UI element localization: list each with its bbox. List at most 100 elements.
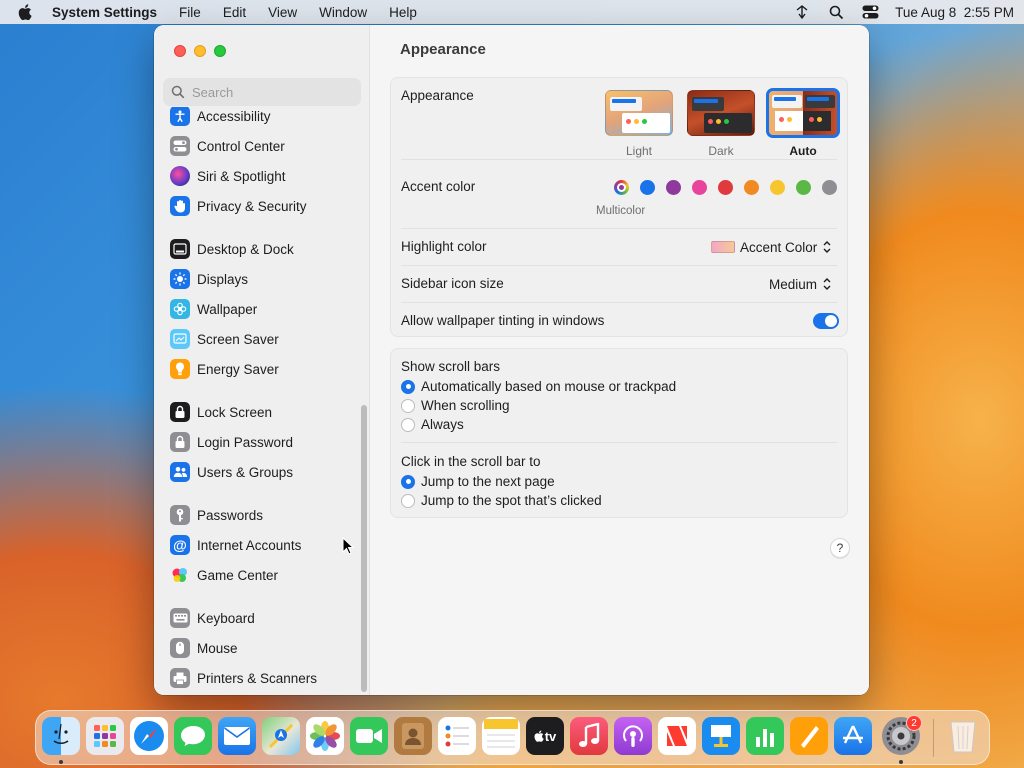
click-option-spot-clicked[interactable]: Jump to the spot that’s clicked: [401, 493, 602, 508]
accent-multicolor-swatch[interactable]: [614, 180, 629, 195]
sidebar-scroll-thumb[interactable]: [361, 405, 367, 692]
dock-trash[interactable]: [944, 717, 982, 755]
light-option-label: Light: [625, 144, 653, 158]
accent-yellow-swatch[interactable]: [770, 180, 785, 195]
sidebar-item-desktop-dock[interactable]: Desktop & Dock: [170, 237, 355, 261]
menu-file[interactable]: File: [179, 5, 201, 20]
accent-pink-swatch[interactable]: [692, 180, 707, 195]
sidebar-item-game-center[interactable]: Game Center: [170, 563, 355, 587]
spotlight-search-icon[interactable]: [827, 4, 845, 20]
photos-icon: [310, 721, 340, 751]
radio-unselected[interactable]: [401, 417, 415, 432]
sidebar-item-internet-accounts[interactable]: @ Internet Accounts: [170, 533, 355, 557]
sidebar-item-screen-saver[interactable]: Screen Saver: [170, 327, 355, 351]
dock-launchpad[interactable]: [86, 717, 124, 755]
click-option-next-page[interactable]: Jump to the next page: [401, 474, 555, 489]
wallpaper-tinting-toggle[interactable]: [813, 313, 839, 329]
sidebar-item-mouse[interactable]: Mouse: [170, 636, 355, 660]
minimize-window-button[interactable]: [194, 45, 206, 57]
dock-safari[interactable]: [130, 717, 168, 755]
accent-purple-swatch[interactable]: [666, 180, 681, 195]
search-input[interactable]: [192, 84, 352, 100]
appearance-option-auto[interactable]: Auto: [765, 88, 841, 158]
dock-notes[interactable]: [482, 717, 520, 755]
menu-bar-clock[interactable]: Tue Aug 8 2:55 PM: [895, 5, 1014, 20]
menu-app-name[interactable]: System Settings: [52, 5, 157, 20]
accent-orange-swatch[interactable]: [744, 180, 759, 195]
dock-facetime[interactable]: [350, 717, 388, 755]
scroll-bars-option-when-scrolling[interactable]: When scrolling: [401, 398, 510, 413]
appearance-option-light[interactable]: Light: [603, 90, 675, 158]
dock-music[interactable]: [570, 717, 608, 755]
sidebar-item-energy-saver[interactable]: Energy Saver: [170, 357, 355, 381]
dock-keynote[interactable]: [702, 717, 740, 755]
dock-messages[interactable]: [174, 717, 212, 755]
sidebar-item-passwords[interactable]: Passwords: [170, 503, 355, 527]
menu-help[interactable]: Help: [389, 5, 417, 20]
dock-contacts[interactable]: [394, 717, 432, 755]
radio-unselected[interactable]: [401, 398, 415, 413]
highlight-color-popup[interactable]: Accent Color: [711, 239, 832, 255]
sidebar-item-login-password[interactable]: Login Password: [170, 430, 355, 454]
system-settings-window: Accessibility Control Center Siri & Spot…: [154, 25, 869, 695]
dock-mail[interactable]: [218, 717, 256, 755]
dock-news[interactable]: [658, 717, 696, 755]
dock-numbers[interactable]: [746, 717, 784, 755]
dock-finder[interactable]: [42, 717, 80, 755]
apple-menu-icon[interactable]: [18, 4, 34, 20]
sidebar-item-lock-screen[interactable]: Lock Screen: [170, 400, 355, 424]
sidebar-item-privacy-security[interactable]: Privacy & Security: [170, 194, 355, 218]
running-indicator: [899, 760, 903, 764]
accent-graphite-swatch[interactable]: [822, 180, 837, 195]
accent-blue-swatch[interactable]: [640, 180, 655, 195]
help-button[interactable]: ?: [830, 538, 850, 558]
finder-icon: [53, 723, 69, 745]
sidebar-item-users-groups[interactable]: Users & Groups: [170, 460, 355, 484]
accent-red-swatch[interactable]: [718, 180, 733, 195]
dock-app-store[interactable]: [834, 717, 872, 755]
close-window-button[interactable]: [174, 45, 186, 57]
menu-edit[interactable]: Edit: [223, 5, 246, 20]
scroll-bars-option-automatic[interactable]: Automatically based on mouse or trackpad: [401, 379, 676, 394]
dock-photos[interactable]: [306, 717, 344, 755]
sidebar-item-label: Displays: [197, 271, 249, 287]
sidebar-item-keyboard[interactable]: Keyboard: [170, 606, 355, 630]
highlight-color-label: Highlight color: [401, 239, 487, 254]
radio-selected[interactable]: [401, 379, 415, 394]
sidebar-item-control-center[interactable]: Control Center: [170, 134, 355, 158]
menu-view[interactable]: View: [268, 5, 297, 20]
airdrop-icon[interactable]: [793, 4, 811, 20]
scroll-bars-option-always[interactable]: Always: [401, 417, 464, 432]
radio-unselected[interactable]: [401, 493, 415, 508]
sidebar-item-siri-spotlight[interactable]: Siri & Spotlight: [170, 164, 355, 188]
accent-green-swatch[interactable]: [796, 180, 811, 195]
sidebar-icon-size-popup[interactable]: Medium: [769, 276, 832, 292]
dock-podcasts[interactable]: [614, 717, 652, 755]
dock-pages[interactable]: [790, 717, 828, 755]
podcasts-icon: [623, 725, 643, 747]
menu-window[interactable]: Window: [319, 5, 367, 20]
sidebar-item-label: Login Password: [197, 434, 294, 450]
show-scroll-bars-label: Show scroll bars: [401, 359, 501, 374]
users-icon: [170, 462, 190, 482]
dock-maps[interactable]: [262, 717, 300, 755]
sidebar-scrollbar[interactable]: [361, 405, 367, 692]
running-indicator: [59, 760, 63, 764]
radio-selected[interactable]: [401, 474, 415, 489]
light-mode-thumbnail[interactable]: [605, 90, 673, 136]
control-center-icon[interactable]: [861, 4, 879, 20]
dock-tv[interactable]: tv: [526, 717, 564, 755]
dark-mode-thumbnail[interactable]: [687, 90, 755, 136]
sidebar-item-displays[interactable]: Displays: [170, 267, 355, 291]
sidebar-item-printers-scanners[interactable]: Printers & Scanners: [170, 666, 355, 690]
sidebar-search[interactable]: [163, 78, 361, 106]
toggle-knob: [825, 315, 837, 327]
keynote-icon: [711, 725, 731, 747]
sidebar-item-label: Game Center: [197, 567, 279, 583]
zoom-window-button[interactable]: [214, 45, 226, 57]
sidebar-item-accessibility[interactable]: Accessibility: [170, 107, 355, 128]
sidebar-item-wallpaper[interactable]: Wallpaper: [170, 297, 355, 321]
appearance-option-dark[interactable]: Dark: [685, 90, 757, 158]
dock-reminders[interactable]: [438, 717, 476, 755]
auto-mode-thumbnail[interactable]: [766, 88, 840, 138]
